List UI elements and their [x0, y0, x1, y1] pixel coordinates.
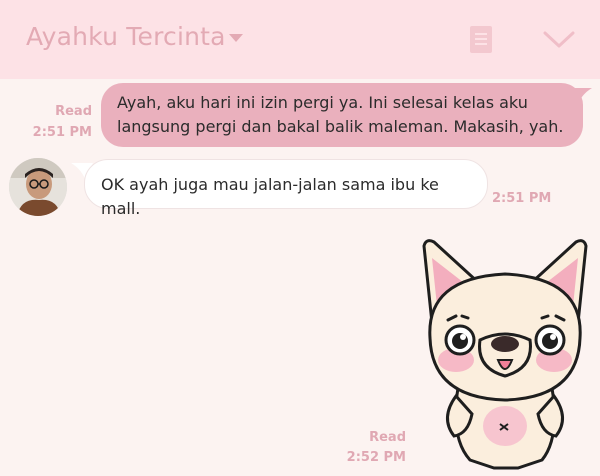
message-status: Read: [369, 430, 406, 445]
outgoing-message-bubble[interactable]: Ayah, aku hari ini izin pergi ya. Ini se…: [101, 83, 583, 147]
notes-menu-icon[interactable]: [470, 26, 492, 53]
chevron-down-icon[interactable]: [543, 30, 575, 50]
message-time: 2:51 PM: [32, 125, 92, 140]
message-time: 2:52 PM: [346, 450, 406, 465]
sticker-image[interactable]: [410, 228, 600, 472]
avatar[interactable]: [9, 158, 67, 216]
message-time: 2:51 PM: [492, 191, 552, 206]
caret-down-icon[interactable]: [229, 34, 243, 42]
incoming-message-bubble[interactable]: OK ayah juga mau jalan-jalan sama ibu ke…: [84, 159, 488, 218]
chat-header: Ayahku Tercinta: [0, 0, 600, 79]
chat-title[interactable]: Ayahku Tercinta: [26, 22, 226, 51]
message-status: Read: [55, 104, 92, 119]
